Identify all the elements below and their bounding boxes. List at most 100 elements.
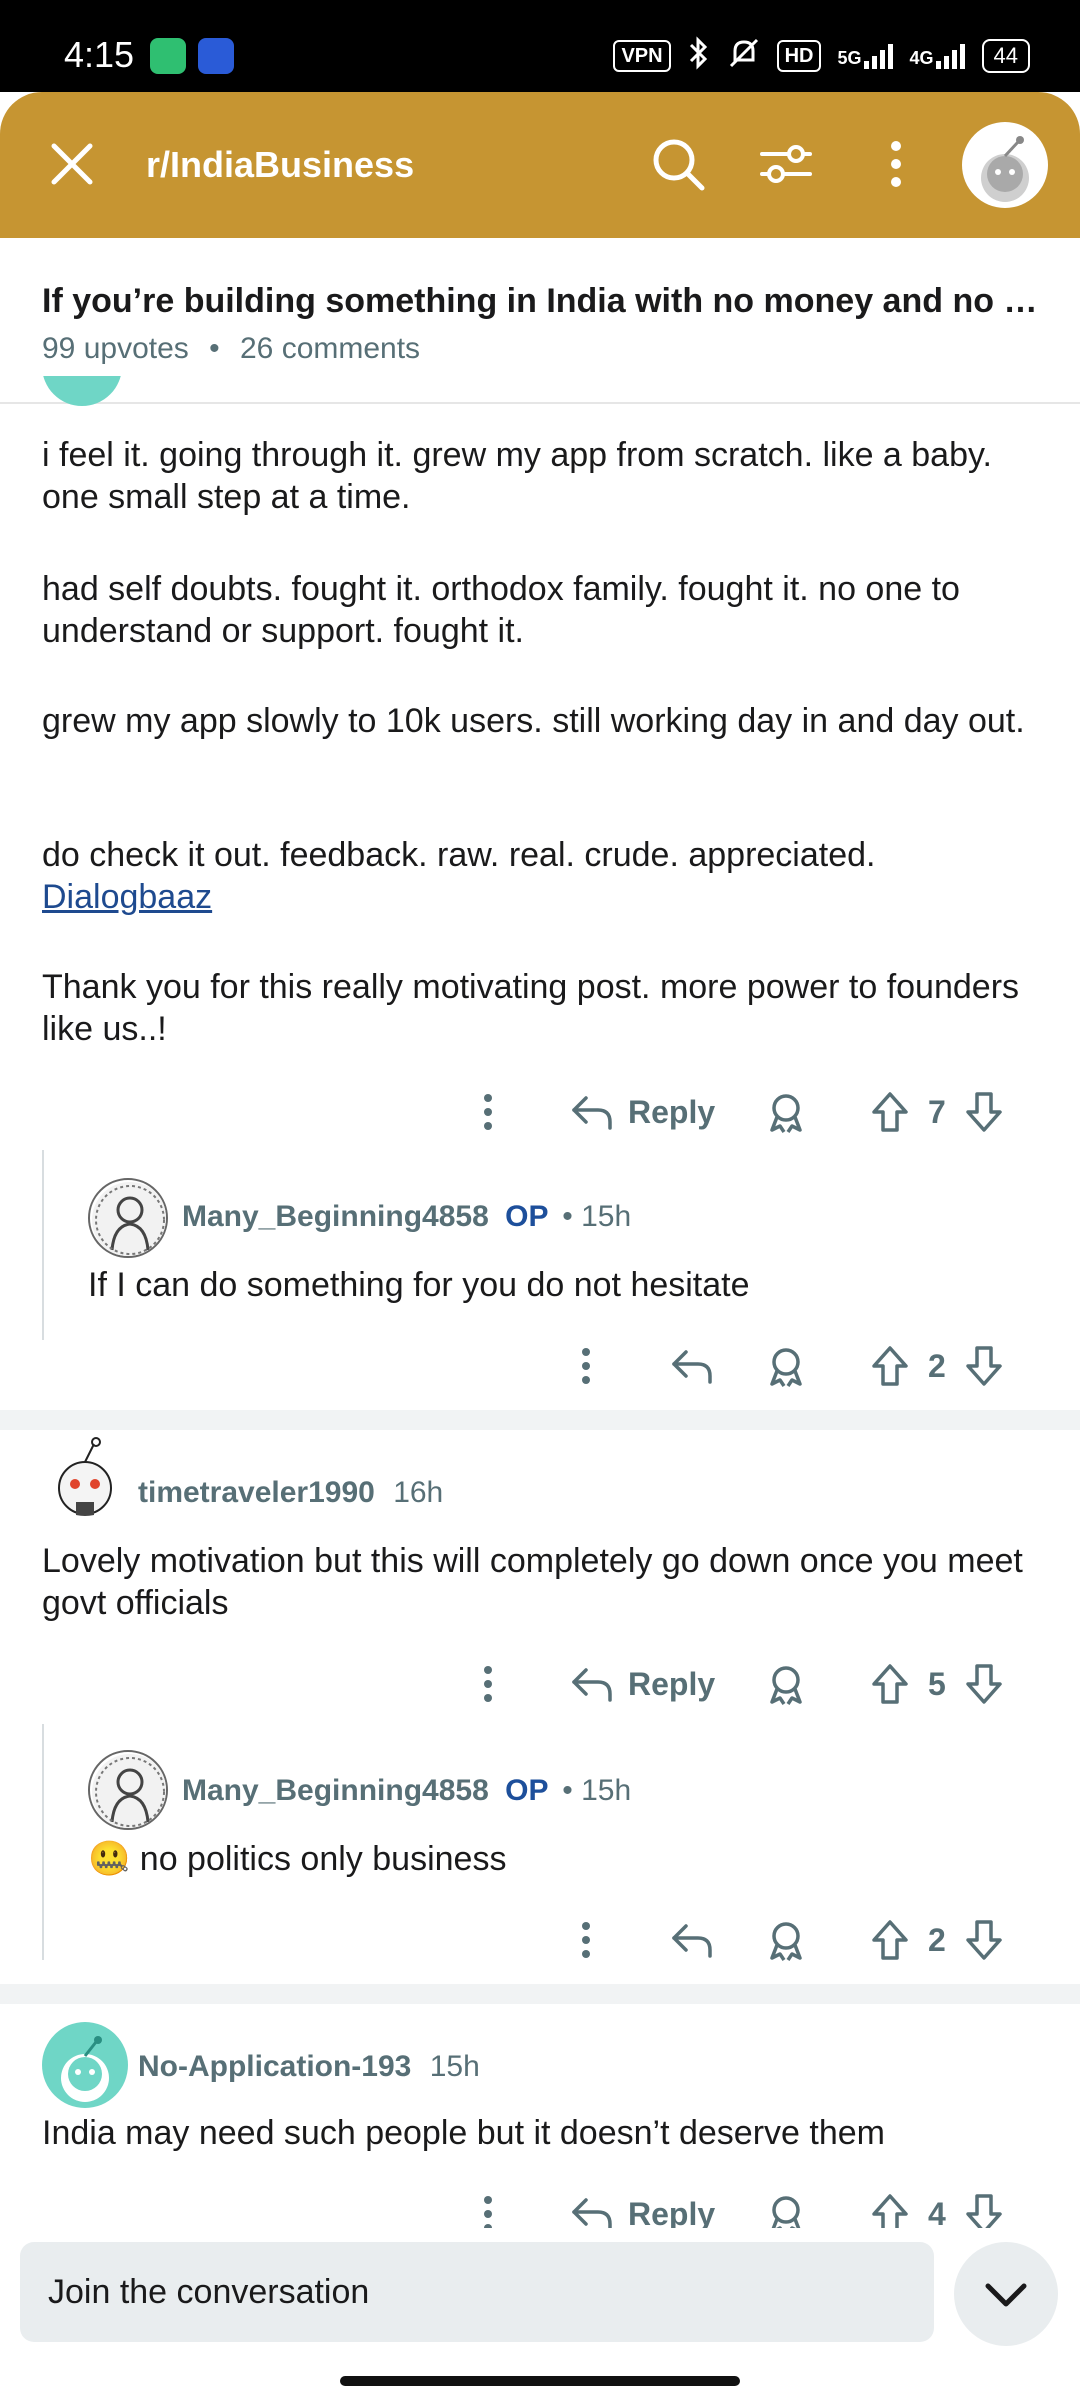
op-avatar[interactable] xyxy=(88,1750,168,1830)
upvote-icon[interactable] xyxy=(870,1336,910,1396)
subreddit-title[interactable]: r/IndiaBusiness xyxy=(146,144,414,186)
vpn-icon: VPN xyxy=(613,40,671,72)
op-avatar[interactable] xyxy=(88,1178,168,1258)
close-icon[interactable] xyxy=(44,136,100,192)
upvote-icon[interactable] xyxy=(870,2184,910,2228)
comment-separator xyxy=(0,1410,1080,1430)
comment-avatar[interactable] xyxy=(42,1430,128,1516)
award-icon[interactable] xyxy=(764,1082,808,1142)
more-options-icon[interactable] xyxy=(568,1336,604,1396)
network-5g-label: 5G xyxy=(837,48,862,68)
comment-avatar[interactable] xyxy=(42,376,122,406)
more-options-icon[interactable] xyxy=(470,1654,506,1714)
comment-actions: 2 xyxy=(0,1910,1080,1970)
vote-count: 4 xyxy=(928,2195,946,2229)
bluetooth-icon xyxy=(687,36,711,76)
signal-5g-icon: 5G xyxy=(837,43,893,69)
comment-paragraph: grew my app slowly to 10k users. still w… xyxy=(42,702,1025,740)
comment-actions: Reply 4 xyxy=(0,2184,1080,2228)
bottom-bar: Join the conversation xyxy=(0,2228,1080,2400)
battery-icon: 44 xyxy=(981,39,1030,73)
more-options-icon[interactable] xyxy=(866,134,926,194)
downvote-icon[interactable] xyxy=(964,1910,1004,1970)
comment-body: no politics only business xyxy=(139,1840,507,1878)
status-bar: 4:15 VPN HD 5G 4G 44 xyxy=(0,0,1080,92)
comment-paragraph: had self doubts. fought it. orthodox fam… xyxy=(42,570,960,650)
downvote-icon[interactable] xyxy=(964,1336,1004,1396)
status-time: 4:15 xyxy=(64,34,135,75)
comment-author[interactable]: Many_Beginning4858 OP • 15h xyxy=(182,1774,631,1808)
search-icon[interactable] xyxy=(648,134,708,194)
comment-actions: Reply 7 xyxy=(0,1082,1080,1142)
sort-filter-icon[interactable] xyxy=(756,134,816,194)
comment-separator xyxy=(0,1984,1080,2004)
reply-icon xyxy=(572,2198,612,2228)
join-conversation-input[interactable]: Join the conversation xyxy=(20,2242,934,2342)
upvote-icon[interactable] xyxy=(870,1082,910,1142)
comment-text: Lovely motivation but this will complete… xyxy=(42,1542,1023,1622)
upvote-count: 99 upvotes xyxy=(42,332,189,365)
reply-icon[interactable] xyxy=(670,1336,714,1396)
award-icon[interactable] xyxy=(764,2184,808,2228)
comment-text: India may need such people but it doesn’… xyxy=(42,2114,885,2152)
upvote-icon[interactable] xyxy=(870,1654,910,1714)
username[interactable]: timetraveler1990 xyxy=(138,1476,375,1509)
comment-text: 🤐 no politics only business xyxy=(88,1838,506,1880)
reply-label: Reply xyxy=(628,1093,716,1130)
signal-4g-icon: 4G xyxy=(910,43,966,69)
comment-avatar[interactable] xyxy=(42,2022,128,2108)
reply-icon[interactable] xyxy=(670,1910,714,1970)
hd-icon: HD xyxy=(776,40,822,72)
collapse-button[interactable] xyxy=(954,2242,1058,2346)
downvote-icon[interactable] xyxy=(964,2184,1004,2228)
comment-age: 16h xyxy=(393,1476,444,1509)
app-notification-icon xyxy=(198,38,234,74)
thread-line xyxy=(42,1150,44,1340)
comment-author[interactable]: timetraveler1990 16h xyxy=(138,1476,443,1510)
comment-text: If I can do something for you do not hes… xyxy=(88,1266,750,1304)
comment-age: • 15h xyxy=(562,1774,632,1807)
reply-button[interactable]: Reply xyxy=(570,2184,715,2228)
username[interactable]: Many_Beginning4858 xyxy=(182,1200,489,1233)
zipper-mouth-emoji: 🤐 xyxy=(88,1840,131,1878)
post-title[interactable]: If you’re building something in India wi… xyxy=(42,282,1042,321)
post-meta: 99 upvotes • 26 comments xyxy=(42,332,420,366)
username[interactable]: No-Application-193 xyxy=(138,2050,411,2083)
status-icons: VPN HD 5G 4G 44 xyxy=(613,36,1030,76)
comment-author[interactable]: No-Application-193 15h xyxy=(138,2050,480,2084)
op-badge: OP xyxy=(505,1200,548,1233)
more-options-icon[interactable] xyxy=(470,2184,506,2228)
downvote-icon[interactable] xyxy=(964,1082,1004,1142)
chevron-down-icon xyxy=(985,2283,1027,2307)
dialogbaaz-link[interactable]: Dialogbaaz xyxy=(42,878,212,916)
vote-count: 5 xyxy=(928,1665,946,1702)
reply-icon xyxy=(572,1096,612,1130)
home-indicator[interactable] xyxy=(340,2376,740,2386)
reply-icon xyxy=(572,1668,612,1702)
reply-button[interactable]: Reply xyxy=(570,1082,715,1142)
username[interactable]: Many_Beginning4858 xyxy=(182,1774,489,1807)
vote-count: 2 xyxy=(928,1347,946,1384)
meta-dot: • xyxy=(209,332,220,365)
more-options-icon[interactable] xyxy=(568,1910,604,1970)
downvote-icon[interactable] xyxy=(964,1654,1004,1714)
comment-count: 26 comments xyxy=(239,332,421,365)
reply-label: Reply xyxy=(628,1665,716,1702)
upvote-icon[interactable] xyxy=(870,1910,910,1970)
network-4g-label: 4G xyxy=(909,48,934,68)
comment-text: do check it out. feedback. raw. real. cr… xyxy=(42,836,876,874)
comment-author[interactable]: Many_Beginning4858 OP • 15h xyxy=(182,1200,631,1234)
reply-button[interactable]: Reply xyxy=(570,1654,715,1714)
post-header[interactable]: If you’re building something in India wi… xyxy=(0,238,1080,404)
vote-count: 2 xyxy=(928,1921,946,1958)
comment-actions: 2 xyxy=(0,1336,1080,1396)
award-icon[interactable] xyxy=(764,1336,808,1396)
more-options-icon[interactable] xyxy=(470,1082,506,1142)
award-icon[interactable] xyxy=(764,1654,808,1714)
app-bar: r/IndiaBusiness xyxy=(0,92,1080,238)
comment-paragraph: i feel it. going through it. grew my app… xyxy=(42,436,992,516)
mute-bell-icon xyxy=(727,36,761,76)
vote-count: 7 xyxy=(928,1093,946,1130)
award-icon[interactable] xyxy=(764,1910,808,1970)
user-avatar[interactable] xyxy=(962,122,1048,208)
